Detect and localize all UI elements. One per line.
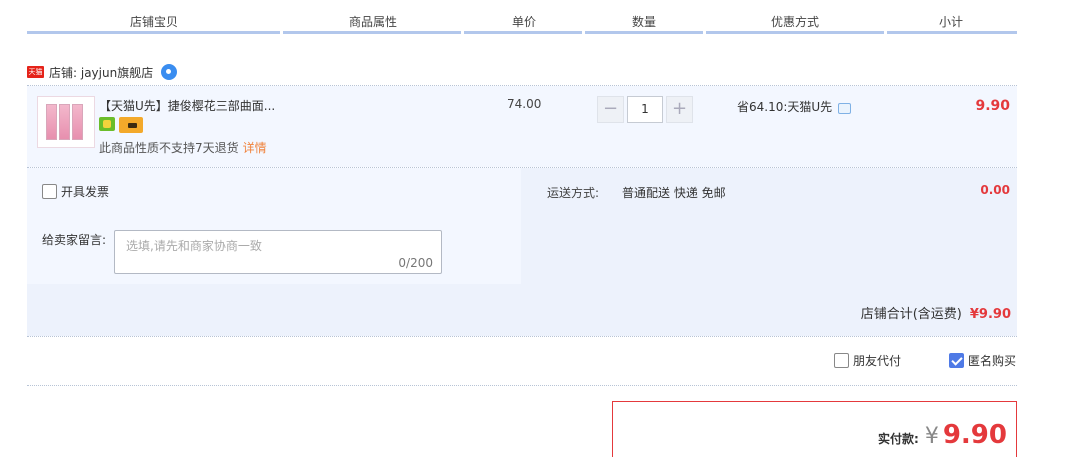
invoice-label: 开具发票 — [61, 185, 110, 199]
invoice-option[interactable]: 开具发票 — [42, 183, 109, 200]
product-thumbnail[interactable] — [37, 96, 95, 148]
quantity-input[interactable]: 1 — [627, 96, 663, 123]
seller-message-field[interactable]: 选填,请先和商家协商一致 0/200 — [114, 230, 442, 274]
shop-total-amount: ¥9.90 — [969, 307, 1011, 322]
payment-currency: ¥ — [924, 424, 939, 449]
shipping-label: 运送方式: — [547, 186, 600, 200]
payment-total: 实付款: ¥ 9.90 — [878, 420, 1007, 450]
return-policy-text: 此商品性质不支持7天退货 — [99, 141, 239, 155]
shop-name[interactable]: 店铺: jayjun旗舰店 — [49, 64, 153, 81]
divider — [27, 336, 1017, 337]
unit-price: 74.00 — [507, 97, 542, 111]
anonymous-purchase-checkbox[interactable] — [948, 353, 964, 368]
promotion-info: 省64.10:天猫U先 — [737, 98, 852, 115]
quantity-increase-button[interactable]: + — [666, 96, 693, 123]
return-policy-details-link[interactable]: 详情 — [243, 141, 267, 155]
header-divider — [585, 31, 703, 34]
product-image-part — [72, 104, 83, 140]
credit-card-badge-icon[interactable] — [119, 117, 143, 133]
invoice-row: 开具发票 — [27, 168, 521, 214]
product-image-part — [59, 104, 70, 140]
seller-message-label: 给卖家留言: — [42, 233, 107, 247]
divider — [27, 385, 1017, 386]
header-shop-item: 店铺宝贝 — [130, 15, 179, 29]
shop-total: 店铺合计(含运费) ¥9.90 — [861, 303, 1011, 322]
shop-total-label: 店铺合计(含运费) — [860, 307, 962, 322]
wangwang-chat-icon[interactable] — [161, 64, 178, 80]
header-unit-price: 单价 — [512, 15, 537, 29]
cart-item-row: 【天猫U先】捷俊樱花三部曲面... 此商品性质不支持7天退货 详情 74.00 −… — [27, 86, 1017, 167]
payment-summary: 实付款: ¥ 9.90 — [612, 401, 1017, 457]
purchase-options: 朋友代付 匿名购买 — [833, 352, 1016, 369]
payment-amount: 9.90 — [942, 420, 1007, 450]
shipping-method: 普通配送 快递 免邮 — [622, 186, 726, 200]
friend-pay-label[interactable]: 朋友代付 — [853, 352, 901, 369]
shipping-fee: 0.00 — [980, 183, 1010, 197]
header-divider — [706, 31, 884, 34]
seller-message-counter: 0/200 — [398, 256, 433, 270]
payment-label: 实付款: — [878, 432, 919, 446]
header-divider — [887, 31, 1017, 34]
quantity-decrease-button[interactable]: − — [597, 96, 624, 123]
tmall-logo-icon: 天猫 — [27, 66, 44, 78]
shop-total-row: 店铺合计(含运费) ¥9.90 — [27, 284, 1017, 336]
shop-line: 天猫 店铺: jayjun旗舰店 — [27, 62, 178, 82]
header-divider — [27, 31, 280, 34]
header-subtotal: 小计 — [939, 15, 964, 29]
item-subtotal: 9.90 — [975, 98, 1010, 114]
friend-pay-checkbox[interactable] — [833, 353, 849, 368]
header-divider — [464, 31, 582, 34]
return-policy-notice: 此商品性质不支持7天退货 详情 — [99, 139, 267, 156]
header-attributes: 商品属性 — [349, 15, 398, 29]
anonymous-purchase-label[interactable]: 匿名购买 — [968, 352, 1016, 369]
header-divider — [283, 31, 461, 34]
header-discount: 优惠方式 — [771, 15, 820, 29]
promotion-text: 省64.10:天猫U先 — [737, 100, 833, 114]
product-title[interactable]: 【天猫U先】捷俊樱花三部曲面... — [99, 97, 275, 114]
guarantee-badge-icon[interactable] — [99, 117, 115, 131]
service-badges — [99, 117, 143, 133]
seller-message-placeholder: 选填,请先和商家协商一致 — [126, 239, 262, 253]
quantity-stepper: − 1 + — [597, 96, 693, 123]
order-extras: 开具发票 给卖家留言: 选填,请先和商家协商一致 0/200 运送方式: 普通配… — [27, 168, 1017, 284]
seller-message-row: 给卖家留言: 选填,请先和商家协商一致 0/200 — [27, 214, 521, 284]
promotion-detail-icon[interactable] — [838, 102, 852, 114]
invoice-checkbox[interactable] — [42, 184, 57, 199]
header-quantity: 数量 — [632, 15, 657, 29]
cart-header: 店铺宝贝 商品属性 单价 数量 优惠方式 小计 — [27, 0, 1017, 34]
product-image-part — [46, 104, 57, 140]
